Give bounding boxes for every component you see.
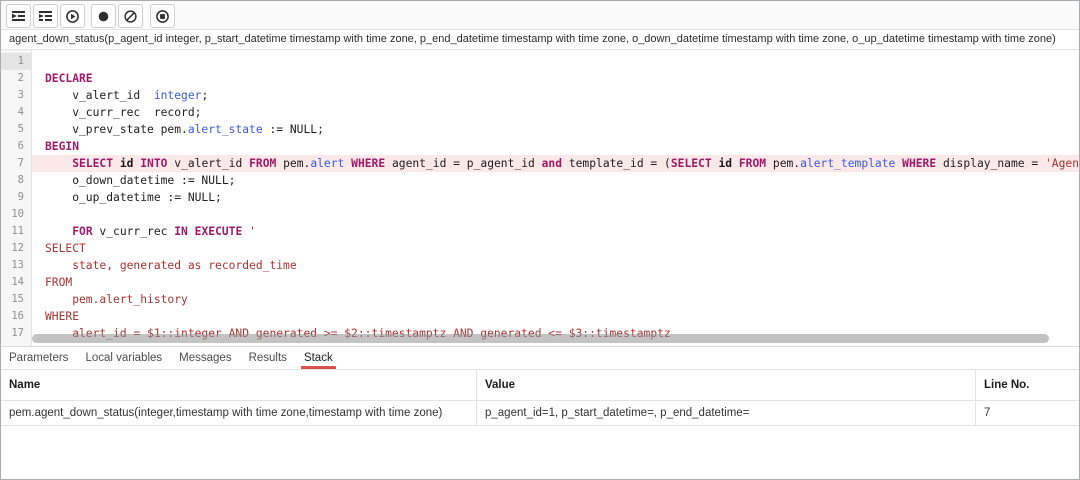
play-circle-icon	[65, 9, 80, 24]
code-editor[interactable]: 12DECLARE3 v_alert_id integer;4 v_curr_r…	[1, 50, 1079, 347]
code-line-text[interactable]: FROM	[32, 274, 1079, 291]
step-over-icon	[38, 9, 53, 23]
code-line-text[interactable]: v_curr_rec record;	[32, 104, 1079, 121]
step-into-button[interactable]	[6, 4, 31, 28]
filled-circle-icon	[96, 9, 111, 24]
gutter-line-number[interactable]: 3	[1, 87, 32, 104]
code-line-16: 16WHERE	[1, 308, 1079, 325]
gutter-line-number[interactable]: 8	[1, 172, 32, 189]
code-line-text[interactable]: SELECT	[32, 240, 1079, 257]
gutter-line-number[interactable]: 2	[1, 70, 32, 87]
stack-table-header: NameValueLine No.	[1, 370, 1079, 401]
cell-line-no: 7	[976, 401, 1079, 425]
function-signature: agent_down_status(p_agent_id integer, p_…	[1, 30, 1079, 50]
gutter-line-number[interactable]: 6	[1, 138, 32, 155]
code-line-11: 11 FOR v_curr_rec IN EXECUTE '	[1, 223, 1079, 240]
step-over-button[interactable]	[33, 4, 58, 28]
code-line-2: 2DECLARE	[1, 70, 1079, 87]
code-line-text[interactable]: o_up_datetime := NULL;	[32, 189, 1079, 206]
gutter-line-number[interactable]: 7	[1, 155, 32, 172]
tab-local-variables[interactable]: Local variables	[85, 347, 162, 369]
stack-frame-row[interactable]: pem.agent_down_status(integer,timestamp …	[1, 401, 1079, 426]
code-line-15: 15 pem.alert_history	[1, 291, 1079, 308]
debugger-toolbar	[1, 1, 1079, 30]
code-line-text[interactable]: FOR v_curr_rec IN EXECUTE '	[32, 223, 1079, 240]
debugger-window: agent_down_status(p_agent_id integer, p_…	[0, 0, 1080, 480]
gutter-line-number[interactable]: 15	[1, 291, 32, 308]
toggle-breakpoint-button[interactable]	[91, 4, 116, 28]
cell-name: pem.agent_down_status(integer,timestamp …	[1, 401, 477, 425]
code-line-text[interactable]	[32, 206, 1079, 223]
code-line-text[interactable]: o_down_datetime := NULL;	[32, 172, 1079, 189]
code-line-text[interactable]: pem.alert_history	[32, 291, 1079, 308]
column-header-value: Value	[477, 370, 976, 400]
gutter-line-number[interactable]: 16	[1, 308, 32, 325]
gutter-line-number[interactable]: 1	[1, 53, 32, 70]
gutter-line-number[interactable]: 14	[1, 274, 32, 291]
code-line-1: 1	[1, 53, 1079, 70]
cell-value: p_agent_id=1, p_start_datetime=, p_end_d…	[477, 401, 976, 425]
horizontal-scrollbar-thumb[interactable]	[32, 334, 1049, 343]
code-line-4: 4 v_curr_rec record;	[1, 104, 1079, 121]
code-line-text[interactable]: state, generated as recorded_time	[32, 257, 1079, 274]
code-line-13: 13 state, generated as recorded_time	[1, 257, 1079, 274]
gutter-line-number[interactable]: 9	[1, 189, 32, 206]
gutter-line-number[interactable]: 13	[1, 257, 32, 274]
tab-parameters[interactable]: Parameters	[9, 347, 68, 369]
code-line-text[interactable]: DECLARE	[32, 70, 1079, 87]
continue-button[interactable]	[60, 4, 85, 28]
gutter-line-number[interactable]: 5	[1, 121, 32, 138]
code-line-14: 14FROM	[1, 274, 1079, 291]
column-header-line-no: Line No.	[976, 370, 1079, 400]
code-line-text[interactable]: WHERE	[32, 308, 1079, 325]
gutter-line-number[interactable]: 4	[1, 104, 32, 121]
code-line-5: 5 v_prev_state pem.alert_state := NULL;	[1, 121, 1079, 138]
stop-button[interactable]	[150, 4, 175, 28]
code-line-text[interactable]: BEGIN	[32, 138, 1079, 155]
stack-table: NameValueLine No.pem.agent_down_status(i…	[1, 370, 1079, 426]
code-line-text[interactable]: SELECT id INTO v_alert_id FROM pem.alert…	[32, 155, 1079, 172]
stop-circle-icon	[155, 9, 170, 24]
code-line-10: 10	[1, 206, 1079, 223]
gutter-line-number[interactable]: 10	[1, 206, 32, 223]
step-into-icon	[11, 9, 26, 23]
column-header-name: Name	[1, 370, 477, 400]
code-line-text[interactable]: v_alert_id integer;	[32, 87, 1079, 104]
code-line-text[interactable]: v_prev_state pem.alert_state := NULL;	[32, 121, 1079, 138]
gutter-line-number[interactable]: 11	[1, 223, 32, 240]
tab-messages[interactable]: Messages	[179, 347, 231, 369]
gutter-line-number[interactable]: 12	[1, 240, 32, 257]
code-line-9: 9 o_up_datetime := NULL;	[1, 189, 1079, 206]
panel-tabs: Parameters Local variables Messages Results…	[1, 347, 1079, 370]
code-line-7: 7 SELECT id INTO v_alert_id FROM pem.ale…	[1, 155, 1079, 172]
gutter-line-number[interactable]: 17	[1, 325, 32, 342]
code-line-12: 12SELECT	[1, 240, 1079, 257]
code-line-text[interactable]	[32, 53, 1079, 70]
clear-breakpoints-button[interactable]	[118, 4, 143, 28]
code-line-6: 6BEGIN	[1, 138, 1079, 155]
code-line-3: 3 v_alert_id integer;	[1, 87, 1079, 104]
tab-results[interactable]: Results	[249, 347, 287, 369]
code-line-8: 8 o_down_datetime := NULL;	[1, 172, 1079, 189]
tab-stack[interactable]: Stack	[304, 347, 333, 369]
circle-slash-icon	[123, 9, 138, 24]
